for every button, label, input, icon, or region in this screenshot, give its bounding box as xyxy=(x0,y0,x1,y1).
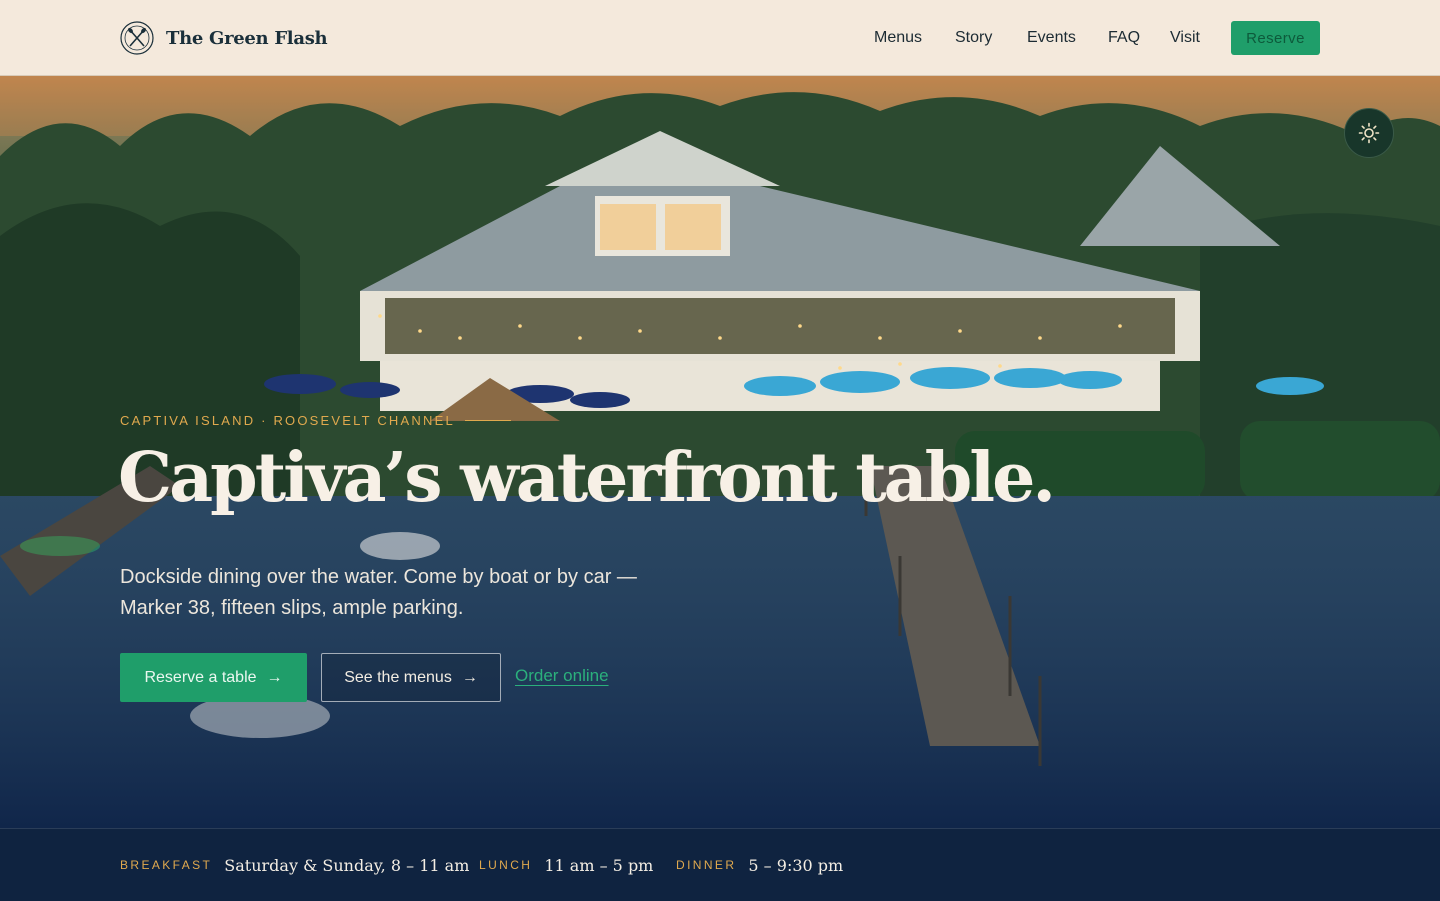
hours-value: 11 am – 5 pm xyxy=(544,855,654,875)
site-header: The Green Flash Menus Story Events FAQ V… xyxy=(0,0,1440,76)
crossed-oars-badge-icon xyxy=(120,21,154,55)
hours-value: Saturday & Sunday, 8 – 11 am xyxy=(224,855,470,875)
sun-icon xyxy=(1358,122,1380,144)
reserve-table-label: Reserve a table xyxy=(144,668,257,686)
hero-eyebrow: CAPTIVA ISLAND · ROOSEVELT CHANNEL xyxy=(120,413,511,428)
nav-item-events[interactable]: Events xyxy=(1027,29,1076,47)
hours-label: DINNER xyxy=(676,858,737,872)
see-menus-label: See the menus xyxy=(344,668,452,686)
reserve-table-button[interactable]: Reserve a table → xyxy=(120,653,307,702)
eyebrow-rule xyxy=(464,420,511,421)
hours-dinner: DINNER 5 – 9:30 pm xyxy=(676,829,843,901)
hours-lunch: LUNCH 11 am – 5 pm xyxy=(479,829,653,901)
nav-item-visit[interactable]: Visit xyxy=(1170,29,1200,47)
arrow-right-icon: → xyxy=(461,668,478,686)
nav-item-faq[interactable]: FAQ xyxy=(1108,29,1140,47)
arrow-right-icon: → xyxy=(266,668,283,686)
see-menus-button[interactable]: See the menus → xyxy=(321,653,501,702)
order-online-link[interactable]: Order online xyxy=(515,666,609,686)
brand-logo[interactable]: The Green Flash xyxy=(120,17,328,59)
theme-toggle-button[interactable] xyxy=(1344,108,1394,158)
brand-name: The Green Flash xyxy=(166,27,328,49)
hero-eyebrow-text: CAPTIVA ISLAND · ROOSEVELT CHANNEL xyxy=(120,413,455,428)
nav-item-story[interactable]: Story xyxy=(955,29,992,47)
hours-value: 5 – 9:30 pm xyxy=(748,855,844,875)
hero-headline: Captiva’s waterfront table. xyxy=(118,438,1056,518)
hours-label: LUNCH xyxy=(479,858,533,872)
nav-item-menus[interactable]: Menus xyxy=(874,29,922,47)
hours-breakfast: BREAKFAST Saturday & Sunday, 8 – 11 am xyxy=(120,829,469,901)
reserve-button[interactable]: Reserve xyxy=(1231,21,1320,55)
hours-bar: BREAKFAST Saturday & Sunday, 8 – 11 am L… xyxy=(0,828,1440,900)
hours-label: BREAKFAST xyxy=(120,858,213,872)
hero-section: CAPTIVA ISLAND · ROOSEVELT CHANNEL Capti… xyxy=(0,76,1440,828)
hero-subhead: Dockside dining over the water. Come by … xyxy=(120,566,637,619)
